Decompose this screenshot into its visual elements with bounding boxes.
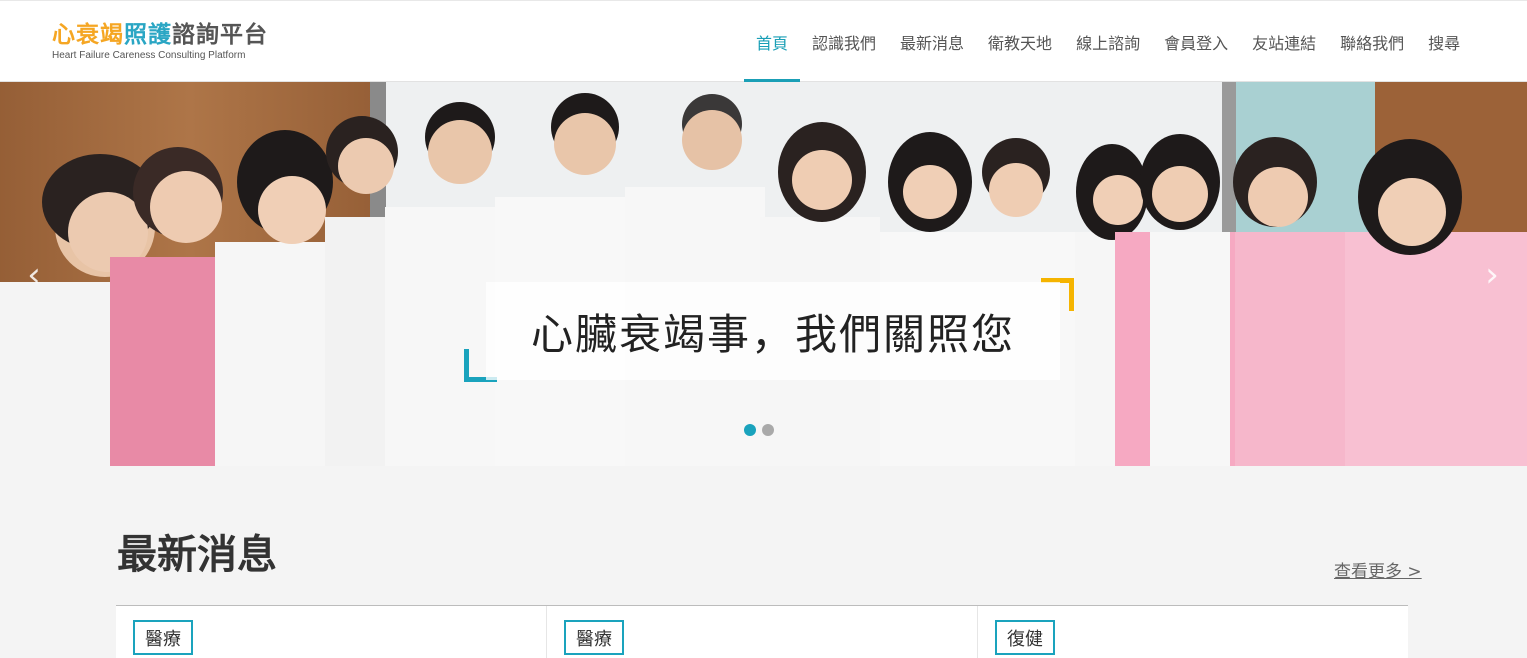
- nav-login[interactable]: 會員登入: [1152, 1, 1240, 83]
- main-nav: 首頁 認識我們 最新消息 衛教天地 線上諮詢 會員登入 友站連結 聯絡我們 搜尋: [744, 1, 1472, 83]
- site-logo[interactable]: 心衰竭照護諮詢平台 Heart Failure Careness Consult…: [52, 21, 268, 62]
- nav-consult[interactable]: 線上諮詢: [1064, 1, 1152, 83]
- logo-title-part3: 諮詢平台: [172, 22, 268, 48]
- nav-about[interactable]: 認識我們: [800, 1, 888, 83]
- news-list: 醫療 醫療 復健: [116, 605, 1408, 658]
- news-section-title: 最新消息: [117, 532, 277, 578]
- nav-home[interactable]: 首頁: [744, 1, 801, 83]
- news-category-tag[interactable]: 醫療: [564, 620, 624, 655]
- carousel-dot-2[interactable]: [762, 424, 774, 436]
- news-category-tag[interactable]: 復健: [995, 620, 1055, 655]
- nav-news[interactable]: 最新消息: [888, 1, 976, 83]
- news-card[interactable]: 復健: [978, 606, 1408, 658]
- chevron-right-icon[interactable]: ›: [1480, 255, 1504, 295]
- carousel-dot-1[interactable]: [744, 424, 756, 436]
- news-card[interactable]: 醫療: [547, 606, 978, 658]
- logo-title-part2: 照護: [124, 22, 172, 48]
- news-more-link[interactable]: 查看更多 >: [1334, 557, 1422, 582]
- logo-title: 心衰竭照護諮詢平台: [52, 21, 268, 49]
- carousel-indicators: [744, 424, 774, 436]
- site-header: 心衰竭照護諮詢平台 Heart Failure Careness Consult…: [0, 0, 1527, 83]
- hero-photo: [0, 82, 1527, 466]
- chevron-left-icon[interactable]: ‹: [22, 255, 46, 295]
- nav-links[interactable]: 友站連結: [1240, 1, 1328, 83]
- nav-education[interactable]: 衛教天地: [976, 1, 1064, 83]
- logo-subtitle: Heart Failure Careness Consulting Platfo…: [52, 50, 246, 61]
- hero-caption: 心臟衰竭事，我們關照您: [486, 282, 1060, 380]
- nav-search[interactable]: 搜尋: [1416, 1, 1472, 83]
- logo-title-part1: 心衰竭: [52, 22, 124, 48]
- nav-contact[interactable]: 聯絡我們: [1328, 1, 1416, 83]
- hero-carousel: 心臟衰竭事，我們關照您 ‹ ›: [0, 82, 1527, 466]
- news-category-tag[interactable]: 醫療: [133, 620, 193, 655]
- news-card[interactable]: 醫療: [116, 606, 547, 658]
